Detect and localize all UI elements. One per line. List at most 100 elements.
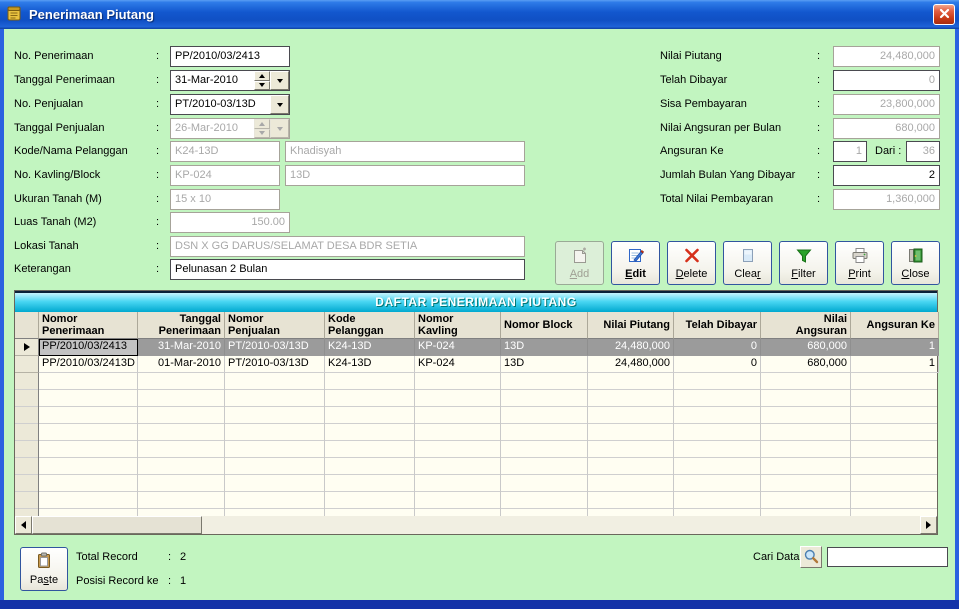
column-header-nomor-penjualan[interactable]: Nomor Penjualan (225, 312, 325, 339)
tanggal-penjualan-label: Tanggal Penjualan (14, 122, 105, 134)
cell[interactable]: 1 (851, 339, 939, 356)
spin-down-icon (259, 83, 265, 87)
no-penjualan-label: No. Penjualan (14, 98, 83, 110)
cell[interactable]: K24-13D (325, 339, 415, 356)
ukuran-tanah-label: Ukuran Tanah (M) (14, 193, 102, 205)
kode-nama-pelanggan-label: Kode/Nama Pelanggan (14, 145, 128, 157)
clear-button-label: Clear (734, 268, 760, 280)
lokasi-tanah-input: DSN X GG DARUS/SELAMAT DESA BDR SETIA (170, 236, 525, 257)
chevron-down-icon (277, 79, 283, 83)
tanggal-penerimaan-input[interactable]: 31-Mar-2010 (170, 70, 290, 91)
column-header-nomor-kavling[interactable]: Nomor Kavling (415, 312, 501, 339)
add-button-label: Add (570, 268, 590, 280)
scrollbar-thumb[interactable] (32, 516, 202, 534)
column-header-nilai-piutang[interactable]: Nilai Piutang (588, 312, 674, 339)
table-row[interactable]: PP/2010/03/2413 31-Mar-2010 PT/2010-03/1… (15, 339, 939, 356)
spin-up-icon (259, 74, 265, 78)
grid-title: DAFTAR PENERIMAAN PIUTANG (15, 291, 937, 312)
nilai-angsuran-per-bulan-input: 680,000 (833, 118, 940, 139)
no-penerimaan-label: No. Penerimaan (14, 50, 94, 62)
date-dropdown-button[interactable] (270, 71, 289, 90)
telah-dibayar-input[interactable]: 0 (833, 70, 940, 91)
titlebar: Penerimaan Piutang (0, 0, 959, 29)
horizontal-scrollbar[interactable] (15, 516, 937, 534)
tanggal-penjualan-input: 26-Mar-2010 (170, 118, 290, 139)
close-form-button[interactable]: Close (891, 241, 940, 285)
cell[interactable]: 0 (674, 356, 761, 373)
scroll-right-button[interactable] (920, 516, 937, 534)
spin-down-button[interactable] (254, 81, 270, 91)
scrollbar-track[interactable] (202, 516, 920, 534)
filter-button[interactable]: Filter (779, 241, 828, 285)
telah-dibayar-label: Telah Dibayar (660, 74, 727, 86)
jumlah-bulan-input[interactable]: 2 (833, 165, 940, 186)
close-button[interactable] (933, 4, 955, 25)
total-nilai-pembayaran-label: Total Nilai Pembayaran (660, 193, 773, 205)
cell[interactable]: 13D (501, 356, 588, 373)
edit-button-label: Edit (625, 268, 646, 280)
column-header-nomor-penerimaan[interactable]: Nomor Penerimaan (39, 312, 138, 339)
cell[interactable]: PP/2010/03/2413 (39, 339, 138, 356)
delete-icon (683, 247, 701, 267)
search-icon (803, 548, 819, 567)
cell[interactable]: 13D (501, 339, 588, 356)
spin-up-button[interactable] (254, 71, 270, 81)
cell[interactable]: PT/2010-03/13D (225, 339, 325, 356)
clear-button[interactable]: Clear (723, 241, 772, 285)
nama-pelanggan-input: Khadisyah (285, 141, 525, 162)
cell[interactable]: 24,480,000 (588, 356, 674, 373)
print-button[interactable]: Print (835, 241, 884, 285)
cell[interactable]: KP-024 (415, 356, 501, 373)
search-button[interactable] (800, 546, 822, 568)
no-penjualan-combobox[interactable]: PT/2010-03/13D (170, 94, 290, 115)
dari-label: Dari : (875, 145, 901, 157)
add-icon (571, 247, 589, 267)
edit-button[interactable]: Edit (611, 241, 660, 285)
row-indicator-cell (15, 339, 39, 356)
cell[interactable]: KP-024 (415, 339, 501, 356)
window-border-left (0, 29, 4, 609)
column-header-tanggal-penerimaan[interactable]: Tanggal Penerimaan (138, 312, 225, 339)
empty-rows-area (15, 373, 937, 516)
cell[interactable]: 01-Mar-2010 (138, 356, 225, 373)
column-header-nilai-angsuran[interactable]: Nilai Angsuran (761, 312, 851, 339)
column-header-telah-dibayar[interactable]: Telah Dibayar (674, 312, 761, 339)
total-nilai-pembayaran-input: 1,360,000 (833, 189, 940, 210)
edit-icon (627, 247, 645, 267)
spin-up-icon (259, 122, 265, 126)
filter-button-label: Filter (791, 268, 815, 280)
column-header-angsuran-ke[interactable]: Angsuran Ke (851, 312, 939, 339)
no-penerimaan-input[interactable]: PP/2010/03/2413 (170, 46, 290, 67)
cell[interactable]: 0 (674, 339, 761, 356)
filter-icon (795, 247, 813, 267)
date-spinner-disabled (254, 119, 270, 138)
keterangan-input[interactable]: Pelunasan 2 Bulan (170, 259, 525, 280)
scroll-left-button[interactable] (15, 516, 32, 534)
cari-data-input[interactable] (827, 547, 948, 567)
nilai-piutang-input: 24,480,000 (833, 46, 940, 67)
table-row[interactable]: PP/2010/03/2413D 01-Mar-2010 PT/2010-03/… (15, 356, 939, 373)
cell[interactable]: 680,000 (761, 356, 851, 373)
cell[interactable]: PT/2010-03/13D (225, 356, 325, 373)
angsuran-ke-label: Angsuran Ke (660, 145, 724, 157)
paste-button[interactable]: Paste (20, 547, 68, 591)
cell[interactable]: PP/2010/03/2413D (39, 356, 138, 373)
angsuran-ke-input[interactable]: 1 (833, 141, 867, 162)
tanggal-penerimaan-label: Tanggal Penerimaan (14, 74, 115, 86)
column-header-nomor-block[interactable]: Nomor Block (501, 312, 588, 339)
keterangan-label: Keterangan (14, 263, 71, 275)
close-icon (939, 7, 950, 22)
window: Penerimaan Piutang No. Penerimaan : Tang… (0, 0, 959, 609)
cell[interactable]: 1 (851, 356, 939, 373)
no-penjualan-dropdown-button[interactable] (270, 95, 289, 114)
delete-button[interactable]: Delete (667, 241, 716, 285)
close-form-button-label: Close (901, 268, 929, 280)
cell[interactable]: 680,000 (761, 339, 851, 356)
posisi-record-value: 1 (180, 575, 186, 587)
cell[interactable]: 24,480,000 (588, 339, 674, 356)
nilai-angsuran-per-bulan-label: Nilai Angsuran per Bulan (660, 122, 781, 134)
cell[interactable]: K24-13D (325, 356, 415, 373)
column-header-kode-pelanggan[interactable]: Kode Pelanggan (325, 312, 415, 339)
date-spinner (254, 71, 270, 90)
cell[interactable]: 31-Mar-2010 (138, 339, 225, 356)
